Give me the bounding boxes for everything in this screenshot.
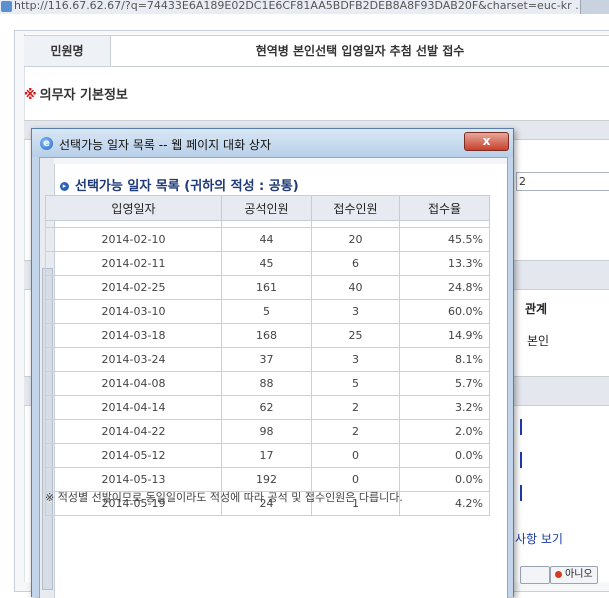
petition-name-value: 현역병 본인선택 입영일자 추첨 선발 접수 (255, 44, 465, 58)
table-row[interactable]: 2014-02-25 161 40 24.8% (45, 275, 490, 300)
cell-vacancy: 168 (221, 323, 312, 348)
cell-rate: 2.0% (399, 419, 490, 444)
cell-date: 2014-03-10 (45, 299, 222, 324)
cell-rate: 14.9% (399, 323, 490, 348)
cell-rate: 4.2% (399, 491, 490, 516)
cell-vacancy: 161 (221, 275, 312, 300)
cell-rate: 8.1% (399, 347, 490, 372)
cell-rate: 0.0% (399, 443, 490, 468)
date-table-wrapper: 입영일자 공석인원 접수인원 접수율 2014-02-10 44 20 45.5% 20… (45, 195, 490, 516)
address-text[interactable]: http://116.67.62.67/?q=74433E6A189E02DC1… (14, 0, 586, 12)
cell-date: 2014-03-24 (45, 347, 222, 372)
cell-date: 2014-04-14 (45, 395, 222, 420)
address-bar[interactable]: http://116.67.62.67/?q=74433E6A189E02DC1… (0, 0, 609, 15)
yes-button[interactable] (520, 566, 550, 584)
list-heading-text: 선택가능 일자 목록 (귀하의 적성 : 공통) (75, 179, 299, 194)
dialog-titlebar[interactable]: e 선택가능 일자 목록 -- 웹 페이지 대화 상자 x (32, 129, 513, 157)
no-button-icon (555, 570, 562, 578)
page-icon (1, 1, 12, 12)
table-row[interactable]: 2014-05-13 192 0 0.0% (45, 467, 490, 492)
dialog-header-strip (54, 158, 507, 164)
cell-vacancy: 45 (221, 251, 312, 276)
table-row[interactable]: 2014-04-08 88 5 5.7% (45, 371, 490, 396)
cell-date: 2014-05-12 (45, 443, 222, 468)
dialog-close-button[interactable]: x (464, 132, 509, 151)
table-row[interactable]: 2014-02-11 45 6 13.3% (45, 251, 490, 276)
cell-vacancy: 5 (221, 299, 312, 324)
cell-rate: 3.2% (399, 395, 490, 420)
list-heading: ▸ 선택가능 일자 목록 (귀하의 적성 : 공통) (60, 175, 299, 194)
info-input[interactable]: 2 (516, 172, 609, 191)
cell-applicants: 3 (311, 299, 400, 324)
table-header-row: 입영일자 공석인원 접수인원 접수율 (45, 195, 490, 221)
table-note: ※ 적성별 선발이므로 동일일이라도 적성에 따라 공석 및 접수인원은 다릅니… (45, 491, 403, 504)
window-button[interactable] (580, 0, 609, 14)
cell-date: 2014-03-18 (45, 323, 222, 348)
cell-applicants: 6 (311, 251, 400, 276)
table-row[interactable]: 2014-04-22 98 2 2.0% (45, 419, 490, 444)
column-header-vacancy: 공석인원 (221, 195, 312, 221)
cell-rate: 45.5% (399, 227, 490, 252)
petition-name-label: 민원명 (24, 36, 111, 66)
cell-rate: 5.7% (399, 371, 490, 396)
cell-vacancy: 37 (221, 347, 312, 372)
no-button-label: 아니오 (565, 569, 593, 580)
petition-title-row: 민원명 현역병 본인선택 입영일자 추첨 선발 접수 (24, 35, 609, 67)
cell-date: 2014-04-22 (45, 419, 222, 444)
section-title: ※ 의무자 기본정보 (24, 84, 128, 103)
table-row[interactable]: 2014-03-24 37 3 8.1% (45, 347, 490, 372)
table-row[interactable]: 2014-04-14 62 2 3.2% (45, 395, 490, 420)
dialog-title: 선택가능 일자 목록 -- 웹 페이지 대화 상자 (59, 138, 272, 152)
section-title-text: 의무자 기본정보 (39, 88, 128, 103)
cell-vacancy: 44 (221, 227, 312, 252)
table-body: 2014-02-10 44 20 45.5% 2014-02-11 45 6 13.3% 201… (45, 220, 490, 516)
section-marker: ※ (24, 88, 37, 103)
cell-applicants: 0 (311, 443, 400, 468)
cell-rate: 13.3% (399, 251, 490, 276)
cell-date: 2014-02-25 (45, 275, 222, 300)
column-header-date: 입영일자 (45, 195, 222, 221)
cell-vacancy: 192 (221, 467, 312, 492)
relation-header: 관계 (525, 302, 548, 316)
cell-rate: 60.0% (399, 299, 490, 324)
table-row[interactable]: 2014-03-18 168 25 14.9% (45, 323, 490, 348)
table-spacer (45, 220, 490, 228)
dialog-body: ▸ 선택가능 일자 목록 (귀하의 적성 : 공통) 입영일자 공석인원 접수인원… (39, 157, 508, 598)
cell-rate: 24.8% (399, 275, 490, 300)
cell-applicants: 5 (311, 371, 400, 396)
cell-applicants: 2 (311, 395, 400, 420)
cell-date: 2014-02-10 (45, 227, 222, 252)
relation-value: 본인 (527, 334, 550, 348)
no-button[interactable]: 아니오 (550, 566, 598, 584)
cell-date: 2014-04-08 (45, 371, 222, 396)
bullet-icon: ▸ (60, 182, 69, 191)
cell-applicants: 25 (311, 323, 400, 348)
cell-vacancy: 98 (221, 419, 312, 444)
cell-applicants: 3 (311, 347, 400, 372)
cell-applicants: 2 (311, 419, 400, 444)
column-header-applicants: 접수인원 (311, 195, 400, 221)
cell-applicants: 20 (311, 227, 400, 252)
table-row[interactable]: 2014-03-10 5 3 60.0% (45, 299, 490, 324)
date-table: 입영일자 공석인원 접수인원 접수율 2014-02-10 44 20 45.5% 20… (45, 195, 490, 516)
cell-applicants: 0 (311, 467, 400, 492)
cell-date: 2014-05-13 (45, 467, 222, 492)
column-header-rate: 접수율 (399, 195, 490, 221)
cell-vacancy: 88 (221, 371, 312, 396)
table-row[interactable]: 2014-05-12 17 0 0.0% (45, 443, 490, 468)
cell-date: 2014-02-11 (45, 251, 222, 276)
cell-rate: 0.0% (399, 467, 490, 492)
dialog-window: e 선택가능 일자 목록 -- 웹 페이지 대화 상자 x ▸ 선택가능 일자 목… (31, 128, 514, 598)
view-details-link[interactable]: 사항 보기 (515, 530, 563, 547)
cell-vacancy: 62 (221, 395, 312, 420)
table-row[interactable]: 2014-02-10 44 20 45.5% (45, 227, 490, 252)
cell-vacancy: 17 (221, 443, 312, 468)
cell-applicants: 40 (311, 275, 400, 300)
ie-icon: e (40, 137, 53, 150)
